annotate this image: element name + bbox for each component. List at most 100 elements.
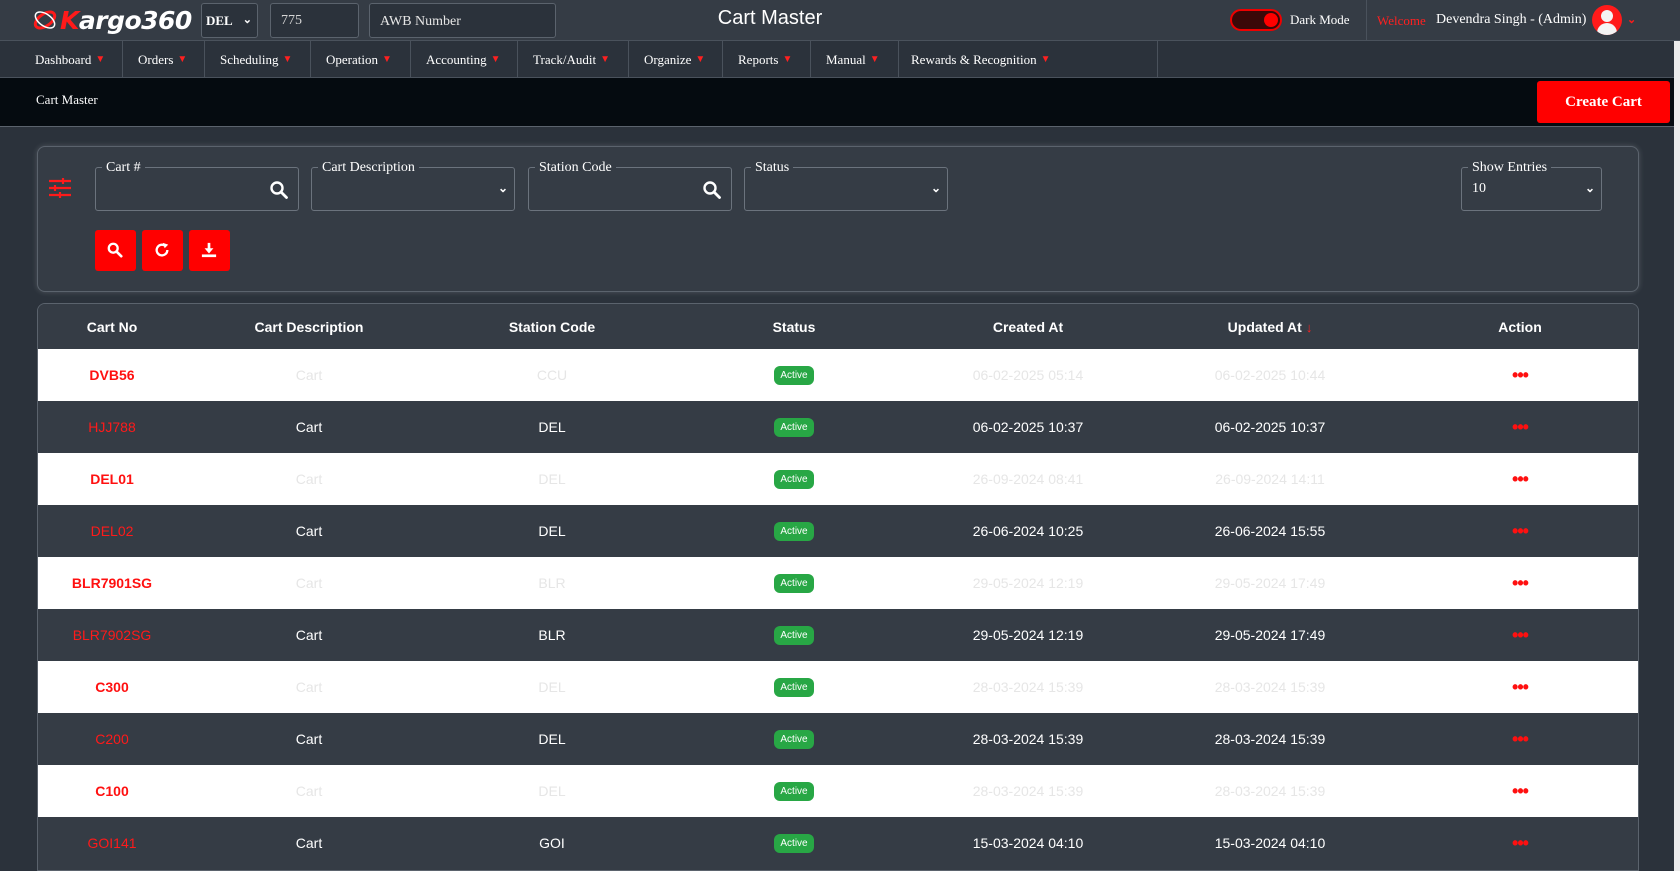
col-header-station-code[interactable]: Station Code bbox=[432, 304, 672, 349]
cart-no-link[interactable]: BLR7901SG bbox=[38, 557, 186, 609]
station-code-cell: DEL bbox=[538, 731, 566, 747]
cart-description-cell: Cart bbox=[295, 731, 323, 747]
nav-track-audit[interactable]: Track/Audit ▼ bbox=[518, 41, 629, 78]
cart-description-cell: Cart bbox=[295, 575, 323, 591]
more-actions-icon[interactable]: ••• bbox=[1512, 573, 1529, 593]
nav-manual[interactable]: Manual ▼ bbox=[811, 41, 899, 78]
status-badge: Active bbox=[774, 730, 814, 749]
nav-dashboard[interactable]: Dashboard ▼ bbox=[0, 41, 123, 78]
status-label: Status bbox=[751, 160, 794, 176]
create-cart-button[interactable]: Create Cart bbox=[1537, 81, 1670, 123]
updated-at-cell: 28-03-2024 15:39 bbox=[1214, 679, 1326, 695]
more-actions-icon[interactable]: ••• bbox=[1512, 625, 1529, 645]
cart-no-link[interactable]: HJJ788 bbox=[38, 401, 186, 453]
status-cell: Active bbox=[672, 765, 916, 817]
table-row: C200 Cart DEL Active 28-03-2024 15:39 28… bbox=[38, 713, 1638, 765]
sort-down-icon[interactable]: ↓ bbox=[1306, 320, 1313, 335]
status-badge: Active bbox=[774, 522, 814, 541]
table-row: DVB56 Cart CCU Active 06-02-2025 05:14 0… bbox=[38, 349, 1638, 401]
chevron-down-icon: ▼ bbox=[1040, 54, 1051, 65]
nav-label: Operation bbox=[326, 51, 378, 67]
cart-number-field[interactable]: Cart # bbox=[95, 160, 299, 211]
col-header-status[interactable]: Status bbox=[672, 304, 916, 349]
action-cell: ••• bbox=[1400, 557, 1638, 609]
more-actions-icon[interactable]: ••• bbox=[1512, 469, 1529, 489]
cart-description-cell: Cart bbox=[295, 627, 323, 643]
cart-description-cell: Cart bbox=[295, 835, 323, 851]
more-actions-icon[interactable]: ••• bbox=[1512, 417, 1529, 437]
chevron-down-icon: ▼ bbox=[600, 54, 610, 65]
nav-organize[interactable]: Organize ▼ bbox=[629, 41, 723, 78]
cart-no-link[interactable]: C300 bbox=[38, 661, 186, 713]
nav-orders[interactable]: Orders ▼ bbox=[123, 41, 205, 78]
more-actions-icon[interactable]: ••• bbox=[1512, 677, 1529, 697]
awb-prefix-input[interactable]: 775 bbox=[270, 3, 359, 38]
status-cell: Active bbox=[672, 453, 916, 505]
cart-no-link[interactable]: DVB56 bbox=[38, 349, 186, 401]
more-actions-icon[interactable]: ••• bbox=[1512, 521, 1529, 541]
cart-no-link[interactable]: DEL02 bbox=[38, 505, 186, 557]
filter-sliders-icon[interactable] bbox=[48, 177, 72, 199]
status-badge: Active bbox=[774, 678, 814, 697]
col-header-created-at[interactable]: Created At bbox=[916, 304, 1140, 349]
status-cell: Active bbox=[672, 505, 916, 557]
avatar[interactable] bbox=[1592, 5, 1622, 35]
nav-scheduling[interactable]: Scheduling ▼ bbox=[205, 41, 311, 78]
nav-accounting[interactable]: Accounting ▼ bbox=[411, 41, 518, 78]
table-row: DEL01 Cart DEL Active 26-09-2024 08:41 2… bbox=[38, 453, 1638, 505]
cart-no-link[interactable]: C200 bbox=[38, 713, 186, 765]
table-row: C100 Cart DEL Active 28-03-2024 15:39 28… bbox=[38, 765, 1638, 817]
cart-no-link[interactable]: BLR7902SG bbox=[38, 609, 186, 661]
more-actions-icon[interactable]: ••• bbox=[1512, 729, 1529, 749]
col-header-updated-at[interactable]: Updated At ↓ bbox=[1140, 304, 1400, 349]
more-actions-icon[interactable]: ••• bbox=[1512, 365, 1529, 385]
cart-no-link[interactable]: GOI141 bbox=[38, 817, 186, 869]
nav-rewards-recognition[interactable]: Rewards & Recognition ▼ bbox=[899, 41, 1158, 78]
updated-at-cell: 28-03-2024 15:39 bbox=[1214, 783, 1326, 799]
page-title: Cart Master bbox=[717, 7, 823, 29]
station-code-cell: DEL bbox=[538, 471, 566, 487]
reset-button[interactable] bbox=[142, 230, 183, 271]
station-code-field[interactable]: Station Code bbox=[528, 160, 732, 211]
show-entries-label: Show Entries bbox=[1468, 160, 1552, 176]
cart-description-cell: Cart bbox=[295, 471, 323, 487]
col-header-cart-description[interactable]: Cart Description bbox=[186, 304, 432, 349]
chevron-down-icon: ▼ bbox=[282, 54, 293, 65]
cart-description-label: Cart Description bbox=[318, 160, 419, 176]
nav-reports[interactable]: Reports ▼ bbox=[723, 41, 811, 78]
station-code-cell: BLR bbox=[538, 575, 566, 591]
col-header-action: Action bbox=[1498, 318, 1542, 335]
search-icon[interactable] bbox=[270, 181, 288, 199]
nav-operation[interactable]: Operation ▼ bbox=[311, 41, 411, 78]
updated-at-cell: 26-06-2024 15:55 bbox=[1214, 523, 1326, 539]
station-select[interactable]: DEL ⌄ bbox=[201, 3, 258, 38]
page-scrollbar[interactable] bbox=[1674, 41, 1680, 871]
cart-description-select[interactable]: Cart Description ⌄ bbox=[311, 160, 515, 211]
status-select[interactable]: Status ⌄ bbox=[744, 160, 948, 211]
chevron-down-icon[interactable]: ⌄ bbox=[1627, 13, 1636, 26]
station-code-cell: DEL bbox=[538, 523, 566, 539]
station-code-cell: DEL bbox=[538, 419, 566, 435]
main-nav: Dashboard ▼ Orders ▼ Scheduling ▼ Operation… bbox=[0, 41, 1680, 78]
search-icon bbox=[107, 242, 123, 258]
dark-mode-toggle[interactable] bbox=[1230, 9, 1282, 31]
search-icon[interactable] bbox=[703, 181, 721, 199]
download-button[interactable] bbox=[189, 230, 230, 271]
station-code-cell: GOI bbox=[539, 835, 565, 851]
action-cell: ••• bbox=[1400, 817, 1638, 869]
created-at-cell: 06-02-2025 05:14 bbox=[972, 367, 1084, 383]
awb-number-input[interactable]: AWB Number bbox=[369, 3, 556, 38]
refresh-icon bbox=[155, 242, 169, 257]
nav-label: Orders bbox=[138, 51, 174, 67]
kargo360-logo[interactable]: Kargo360 bbox=[32, 4, 192, 36]
more-actions-icon[interactable]: ••• bbox=[1512, 833, 1529, 853]
col-header-cart-no[interactable]: Cart No bbox=[38, 304, 186, 349]
cart-no-link[interactable]: C100 bbox=[38, 765, 186, 817]
welcome-text: Welcome bbox=[1377, 13, 1426, 28]
more-actions-icon[interactable]: ••• bbox=[1512, 781, 1529, 801]
status-badge: Active bbox=[774, 366, 814, 385]
updated-at-cell: 26-09-2024 14:11 bbox=[1215, 471, 1325, 487]
show-entries-select[interactable]: Show Entries 10 ⌄ bbox=[1461, 160, 1602, 211]
search-button[interactable] bbox=[95, 230, 136, 271]
cart-no-link[interactable]: DEL01 bbox=[38, 453, 186, 505]
